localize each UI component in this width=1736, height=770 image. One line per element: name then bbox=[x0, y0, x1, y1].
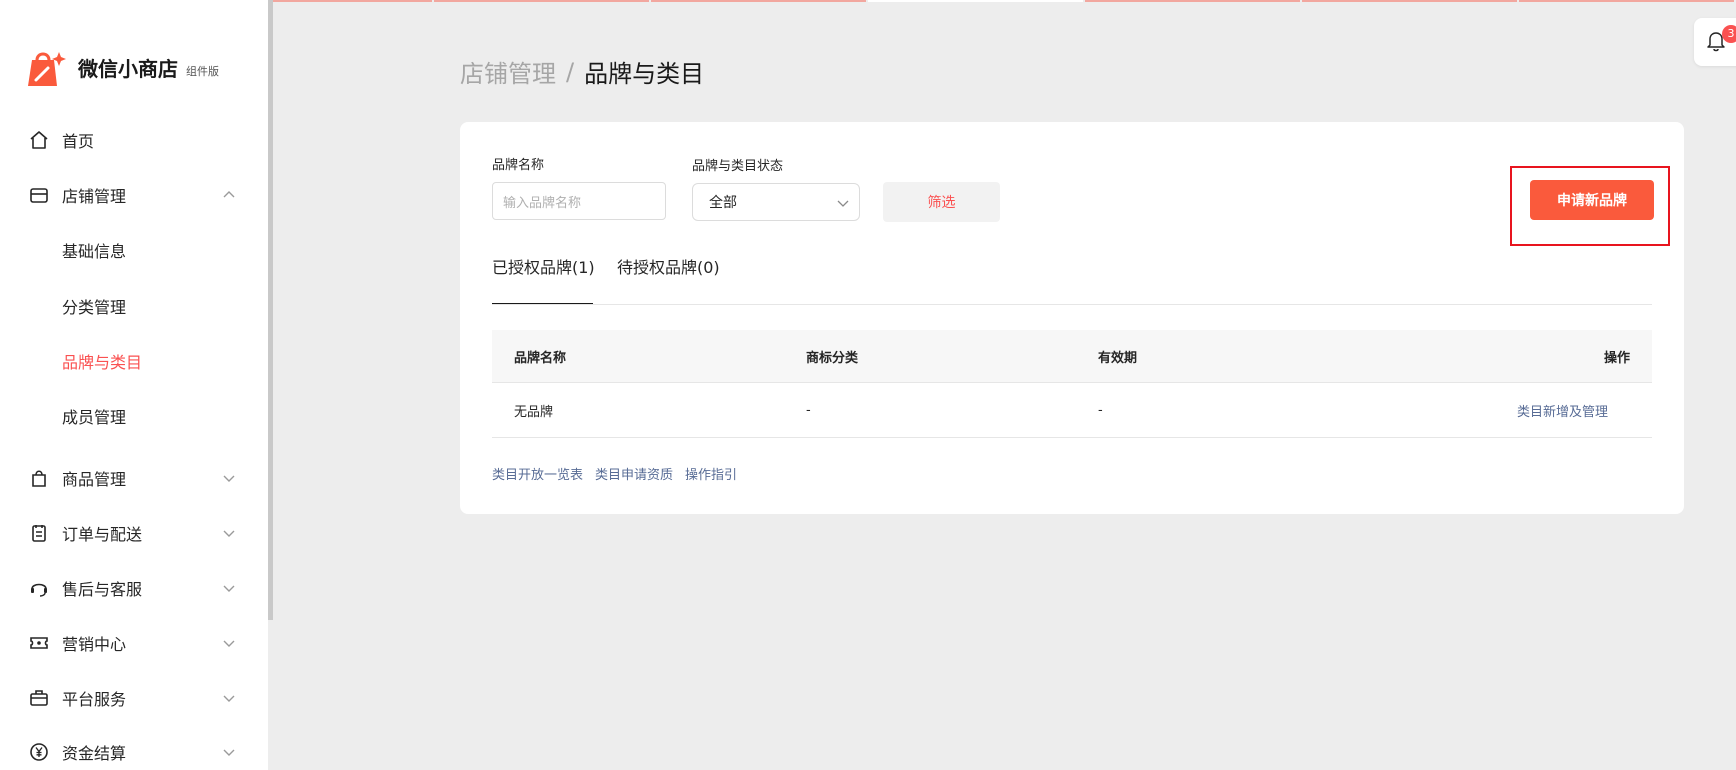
notification-badge: 3 bbox=[1722, 25, 1736, 43]
headset-icon bbox=[28, 577, 50, 599]
cell-validity: - bbox=[1098, 402, 1103, 418]
breadcrumb-parent[interactable]: 店铺管理 bbox=[460, 54, 556, 89]
shop-bag-logo-icon bbox=[28, 52, 66, 86]
briefcase-icon bbox=[28, 687, 50, 709]
table-row: 无品牌 - - 类目新增及管理 bbox=[492, 383, 1652, 438]
sidebar-item-after-sales[interactable]: 售后与客服 bbox=[28, 570, 238, 606]
sidebar-item-product-management[interactable]: 商品管理 bbox=[28, 460, 238, 496]
sidebar-item-label: 订单与配送 bbox=[62, 525, 143, 544]
sidebar-item-label: 售后与客服 bbox=[62, 580, 143, 599]
page-title: 品牌与类目 bbox=[584, 60, 705, 88]
sidebar-item-label: 店铺管理 bbox=[62, 187, 127, 206]
tab-pending-brands[interactable]: 待授权品牌(0) bbox=[617, 254, 720, 278]
chevron-down-icon[interactable] bbox=[220, 579, 238, 597]
notification-button[interactable]: 3 bbox=[1694, 18, 1736, 66]
brand-name-label: 品牌名称 bbox=[492, 158, 545, 173]
chevron-up-icon[interactable] bbox=[220, 186, 238, 204]
chevron-down-icon[interactable] bbox=[220, 469, 238, 487]
sidebar-item-platform-services[interactable]: 平台服务 bbox=[28, 680, 238, 716]
sidebar-item-label: 营销中心 bbox=[62, 635, 127, 654]
sidebar-subitem-brand-category[interactable]: 品牌与类目 bbox=[62, 346, 142, 376]
column-header-trademark: 商标分类 bbox=[806, 350, 859, 366]
sidebar-subitem-category-management[interactable]: 分类管理 bbox=[62, 291, 126, 321]
cell-trademark: - bbox=[806, 402, 811, 418]
tabs-divider bbox=[492, 304, 1652, 305]
footer-links: 类目开放一览表 类目申请资质 操作指引 bbox=[492, 464, 737, 483]
status-label: 品牌与类目状态 bbox=[692, 159, 784, 174]
shop-icon bbox=[28, 184, 50, 206]
breadcrumb-separator: / bbox=[566, 57, 575, 86]
category-manage-link[interactable]: 类目新增及管理 bbox=[1517, 383, 1608, 437]
sidebar-item-settlement[interactable]: 资金结算 bbox=[28, 734, 238, 770]
yen-icon bbox=[28, 741, 50, 763]
breadcrumb: 店铺管理 / 品牌与类目 bbox=[460, 54, 704, 89]
column-header-brand: 品牌名称 bbox=[514, 350, 567, 366]
apply-new-brand-button[interactable]: 申请新品牌 bbox=[1530, 180, 1654, 220]
brand[interactable]: 微信小商店 组件版 bbox=[24, 46, 219, 88]
apply-highlight-box: 申请新品牌 bbox=[1510, 166, 1670, 246]
sidebar: 微信小商店 组件版 首页 店铺管理 基础信息 分类管理 品牌与类目 成员管理 商… bbox=[0, 0, 268, 770]
column-header-validity: 有效期 bbox=[1098, 350, 1138, 366]
chevron-down-icon[interactable] bbox=[220, 689, 238, 707]
shopping-bag-icon bbox=[28, 467, 50, 489]
chevron-down-icon[interactable] bbox=[220, 524, 238, 542]
category-open-list-link[interactable]: 类目开放一览表 bbox=[492, 464, 583, 483]
sidebar-item-orders-delivery[interactable]: 订单与配送 bbox=[28, 515, 238, 551]
app-name: 微信小商店 bbox=[78, 56, 178, 81]
sidebar-item-label: 首页 bbox=[62, 132, 95, 151]
table-header: 品牌名称 商标分类 有效期 操作 bbox=[492, 330, 1652, 383]
status-select-value: 全部 bbox=[709, 195, 737, 211]
category-qualification-link[interactable]: 类目申请资质 bbox=[595, 464, 673, 483]
tab-authorized-brands[interactable]: 已授权品牌(1) bbox=[492, 254, 595, 278]
app-edition: 组件版 bbox=[186, 65, 219, 78]
sidebar-subitem-basic-info[interactable]: 基础信息 bbox=[62, 235, 126, 265]
clipboard-icon bbox=[28, 522, 50, 544]
operation-guide-link[interactable]: 操作指引 bbox=[685, 464, 737, 483]
sidebar-item-home[interactable]: 首页 bbox=[28, 122, 238, 158]
sidebar-item-label: 商品管理 bbox=[62, 470, 127, 489]
status-select[interactable]: 全部 bbox=[692, 183, 860, 221]
ticket-icon bbox=[28, 632, 50, 654]
sidebar-scrollbar[interactable] bbox=[268, 0, 273, 620]
home-icon bbox=[28, 129, 50, 151]
chevron-down-icon bbox=[837, 200, 849, 207]
sidebar-item-label: 平台服务 bbox=[62, 690, 127, 709]
sidebar-subitem-member-management[interactable]: 成员管理 bbox=[62, 401, 126, 431]
chevron-down-icon[interactable] bbox=[220, 634, 238, 652]
sidebar-item-shop-management[interactable]: 店铺管理 bbox=[28, 177, 238, 213]
sidebar-item-label: 资金结算 bbox=[62, 744, 127, 763]
column-header-actions: 操作 bbox=[1603, 350, 1630, 366]
brand-category-card: 品牌名称 输入品牌名称 品牌与类目状态 全部 筛选 申请新品牌 已授权品牌(1)… bbox=[460, 122, 1684, 514]
chevron-down-icon[interactable] bbox=[220, 743, 238, 761]
filter-button[interactable]: 筛选 bbox=[883, 182, 1000, 222]
sidebar-item-marketing[interactable]: 营销中心 bbox=[28, 625, 238, 661]
cell-brand: 无品牌 bbox=[514, 404, 554, 420]
brand-name-input[interactable]: 输入品牌名称 bbox=[492, 182, 666, 220]
